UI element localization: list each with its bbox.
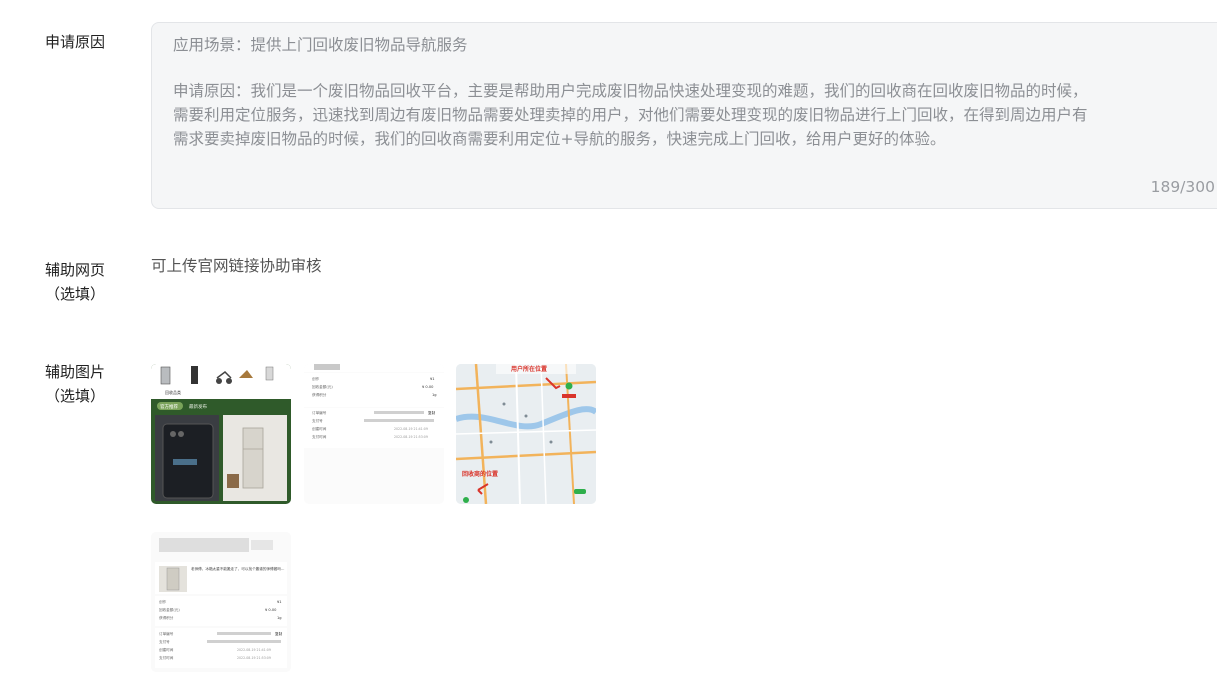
reason-line-2: 需要利用定位服务，迅速找到周边有废旧物品需要处理卖掉的用户，对他们需要处理变现的… (173, 106, 1088, 124)
thumb4-row5-label: 创建时间 (159, 647, 174, 652)
image-thumb-navigation-map[interactable]: 用户所在位置 回收商的位置 (456, 364, 596, 504)
images-label: 辅助图片 （选填） (0, 360, 150, 408)
thumb1-caption: 回收品类 (165, 389, 181, 395)
thumb2-row5-label: 创建时间 (312, 426, 327, 431)
character-counter: 189/300 (1150, 178, 1215, 196)
thumb2-row1-value: ¥ 0.00 (422, 385, 434, 389)
thumb2-row3-label: 订单编号 (312, 410, 327, 415)
image-thumb-order-detail[interactable]: 创作 ¥1 回收金额(元) ¥ 0.00 获得积分 1g 订单编号 复制 支付号… (304, 364, 444, 504)
thumb2-row6-value: 2022-08-19 21:53:09 (394, 435, 428, 439)
thumb4-row0-label: 创作 (159, 599, 167, 604)
thumb4-row3-value: 复制 (275, 631, 283, 636)
thumb1-tag1: 官方推荐 (160, 403, 178, 410)
thumb2-row2-label: 获得积分 (312, 392, 327, 397)
reason-line-3: 需求要卖掉废旧物品的时候，我们的回收商需要利用定位+导航的服务，快速完成上门回收… (173, 130, 946, 148)
reason-label: 申请原因 (44, 33, 105, 51)
thumb4-row2-value: 1g (277, 616, 282, 620)
images-label-optional: （选填） (44, 387, 105, 405)
reason-line-scene: 应用场景：提供上门回收废旧物品导航服务 (173, 36, 468, 54)
thumb4-row6-label: 支付时间 (159, 655, 174, 660)
image-thumb-order-chat[interactable]: 老师傅，冰箱太重不能搬走了，可以找个靠谱的师傅搬吗… 创作 ¥1 回收金额(元)… (151, 532, 291, 672)
reason-textarea[interactable]: 应用场景：提供上门回收废旧物品导航服务 申请原因：我们是一个废旧物品回收平台，主… (151, 22, 1217, 209)
thumb4-row6-value: 2022-08-19 21:53:09 (237, 656, 271, 660)
thumb2-row6-label: 支付时间 (312, 434, 327, 439)
thumb4-message: 老师傅，冰箱太重不能搬走了，可以找个靠谱的师傅搬吗… (191, 566, 285, 571)
thumb2-row4-label: 支付号 (312, 418, 323, 423)
thumb2-row0-value: ¥1 (430, 377, 435, 381)
website-label: 辅助网页 （选填） (0, 258, 150, 306)
thumb4-row4-label: 支付号 (159, 639, 170, 644)
thumb4-row2-label: 获得积分 (159, 615, 174, 620)
thumb4-row5-value: 2022-08-19 21:41:09 (237, 648, 271, 652)
thumb2-row2-value: 1g (432, 393, 437, 397)
reason-line-1: 申请原因：我们是一个废旧物品回收平台，主要是帮助用户完成废旧物品快速处理变现的难… (173, 82, 1088, 100)
image-thumb-app-home[interactable]: 回收品类 官方推荐 最新发布 (151, 364, 291, 504)
thumb4-row0-value: ¥1 (277, 600, 282, 604)
thumb2-row5-value: 2022-08-19 21:41:09 (394, 427, 428, 431)
website-label-optional: （选填） (44, 285, 105, 303)
thumb2-row1-label: 回收金额(元) (312, 384, 333, 389)
thumb4-row3-label: 订单编号 (159, 631, 174, 636)
website-hint: 可上传官网链接协助审核 (151, 257, 322, 275)
thumb2-row3-value: 复制 (428, 410, 436, 415)
thumb4-row1-value: ¥ 0.00 (265, 608, 277, 612)
thumb3-map-caption: 回收商的位置 (462, 470, 498, 478)
website-label-title: 辅助网页 (44, 261, 105, 279)
thumb4-row1-label: 回收金额(元) (159, 607, 180, 612)
thumb1-tag2: 最新发布 (189, 403, 207, 410)
thumb3-map-title: 用户所在位置 (510, 365, 547, 373)
images-label-title: 辅助图片 (44, 363, 105, 381)
thumb2-row0-label: 创作 (312, 376, 320, 381)
